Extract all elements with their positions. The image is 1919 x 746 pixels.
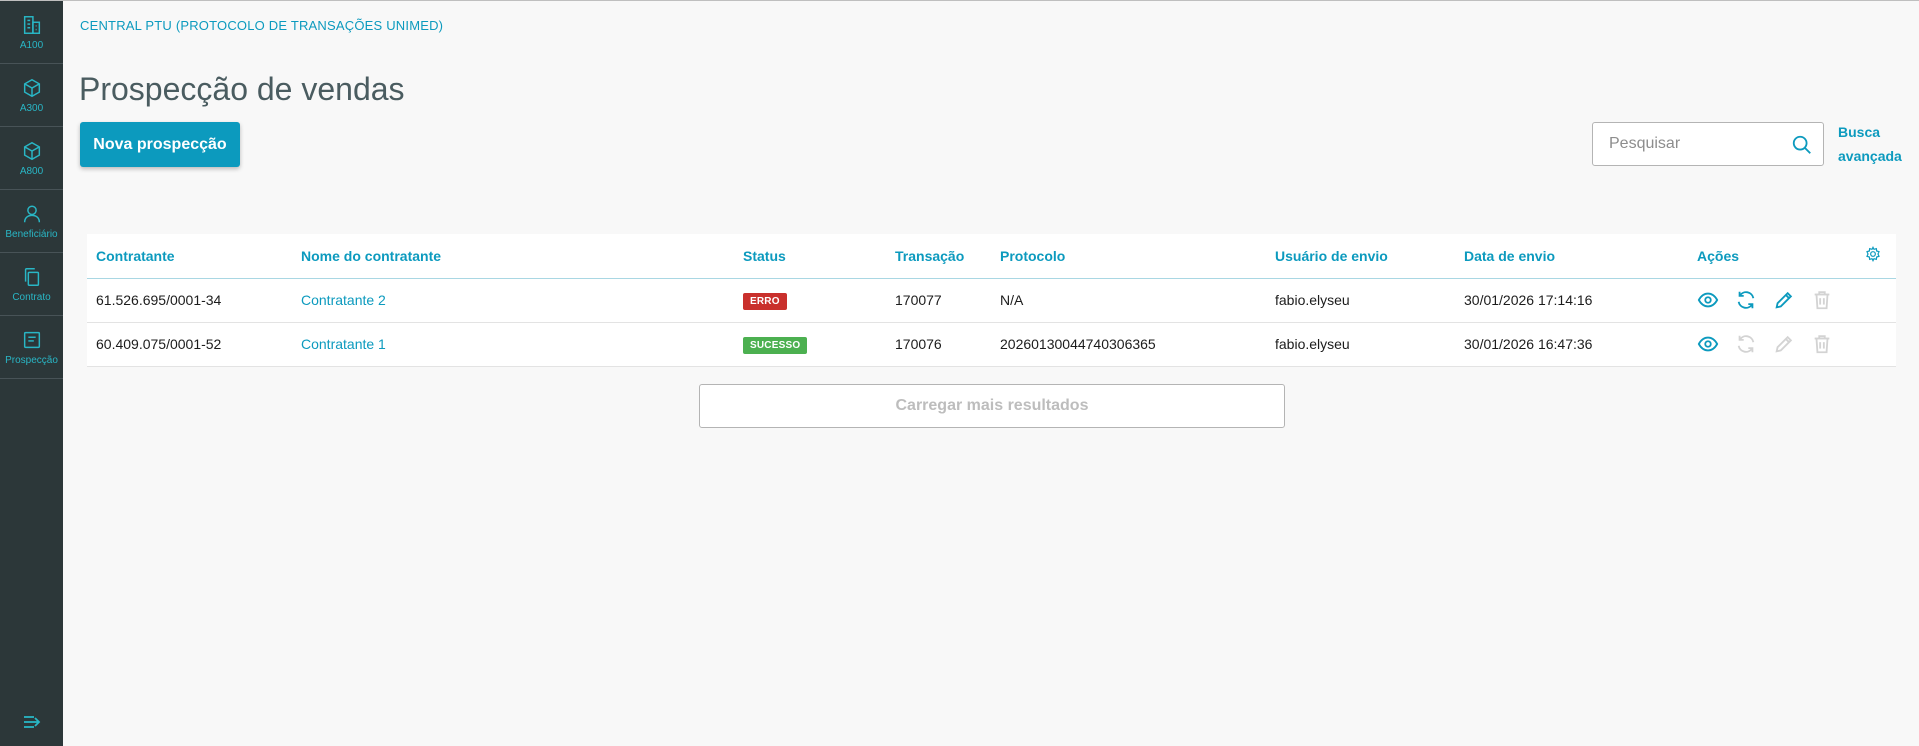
resend-button[interactable] [1735,333,1757,355]
search-input[interactable] [1593,123,1783,165]
edit-button[interactable] [1773,289,1795,311]
column-header[interactable]: Protocolo [991,234,1266,279]
refresh-icon [1737,291,1755,309]
trash-icon [1814,335,1830,354]
sidebar-item-label: Contrato [12,291,51,303]
delete-button[interactable] [1811,333,1833,355]
contratante-link[interactable]: Contratante 1 [301,336,386,352]
cell-transacao: 170076 [886,322,991,367]
pencil-icon [1775,291,1793,309]
copy-icon [24,267,39,286]
advanced-search-line2: avançada [1838,148,1902,164]
cell-status: SUCESSO [734,322,886,367]
column-header[interactable]: Status [734,234,886,279]
view-button[interactable] [1697,289,1719,311]
trash-icon [1814,291,1830,310]
delete-button[interactable] [1811,289,1833,311]
edit-button[interactable] [1773,333,1795,355]
column-header: Ações [1688,234,1856,279]
eye-icon [1697,292,1719,308]
form-icon [23,331,40,348]
sidebar-item-a300[interactable]: A300 [0,64,63,127]
view-button[interactable] [1697,333,1719,355]
app-title: CENTRAL PTU (PROTOCOLO DE TRANSAÇÕES UNI… [80,18,444,33]
status-badge: SUCESSO [743,336,808,354]
sidebar-item-prospeccao[interactable]: Prospecção [0,316,63,379]
advanced-search-link[interactable]: Busca avançada [1838,120,1918,168]
page-title: Prospecção de vendas [79,71,405,107]
column-header[interactable]: Contratante [87,234,292,279]
resend-button[interactable] [1735,289,1757,311]
box-icon [23,78,40,97]
user-icon [23,204,40,222]
contratante-link[interactable]: Contratante 2 [301,292,386,308]
new-prospection-button[interactable]: Nova prospecção [80,122,240,167]
sidebar-item-a100[interactable]: A100 [0,1,63,64]
sidebar-item-label: A300 [19,102,44,114]
status-badge: ERRO [743,292,787,310]
table-row: 61.526.695/0001-34 Contratante 2 ERRO 17… [87,278,1896,323]
sidebar-item-a800[interactable]: A800 [0,127,63,190]
advanced-search-line1: Busca [1838,124,1881,140]
collapse-menu-icon [23,716,40,728]
sidebar-item-label: Prospecção [5,354,58,366]
cell-protocolo: 20260130044740306365 [991,322,1266,367]
sidebar-item-label: A800 [19,165,44,177]
search-box [1592,122,1824,166]
sidebar: A100 A300 A800 Beneficiário Contrato Pro… [0,1,63,746]
column-header[interactable]: Data de envio [1455,234,1688,279]
sidebar-item-contrato[interactable]: Contrato [0,253,63,316]
table-row: 60.409.075/0001-52 Contratante 1 SUCESSO… [87,322,1896,367]
column-settings [1856,234,1896,279]
cell-actions [1688,322,1856,367]
cell-status: ERRO [734,278,886,323]
cell-usuario: fabio.elyseu [1266,278,1455,323]
refresh-icon [1737,335,1755,353]
sidebar-item-label: Beneficiário [5,228,58,240]
column-header[interactable]: Usuário de envio [1266,234,1455,279]
data-table: Contratante Nome do contratante Status T… [87,234,1896,367]
cell-usuario: fabio.elyseu [1266,322,1455,367]
cell-contratante: 60.409.075/0001-52 [87,322,292,367]
column-header[interactable]: Nome do contratante [292,234,734,279]
cell-nome: Contratante 2 [292,278,734,323]
sidebar-item-beneficiario[interactable]: Beneficiário [0,190,63,253]
eye-icon [1697,336,1719,352]
cell-nome: Contratante 1 [292,322,734,367]
pencil-icon [1775,335,1793,353]
cell-data: 30/01/2026 17:14:16 [1455,278,1688,323]
cell-contratante: 61.526.695/0001-34 [87,278,292,323]
collapse-menu-button[interactable] [0,707,63,737]
cell-transacao: 170077 [886,278,991,323]
box-icon [23,141,40,160]
sidebar-item-label: A100 [19,39,44,51]
cell-actions [1688,278,1856,323]
load-more-button[interactable]: Carregar mais resultados [699,384,1285,428]
table-header-row: Contratante Nome do contratante Status T… [87,234,1896,279]
search-icon[interactable] [1791,134,1813,156]
cell-protocolo: N/A [991,278,1266,323]
column-header[interactable]: Transação [886,234,991,279]
cell-data: 30/01/2026 16:47:36 [1455,322,1688,367]
building-icon [23,15,40,34]
gear-icon[interactable] [1865,246,1881,263]
